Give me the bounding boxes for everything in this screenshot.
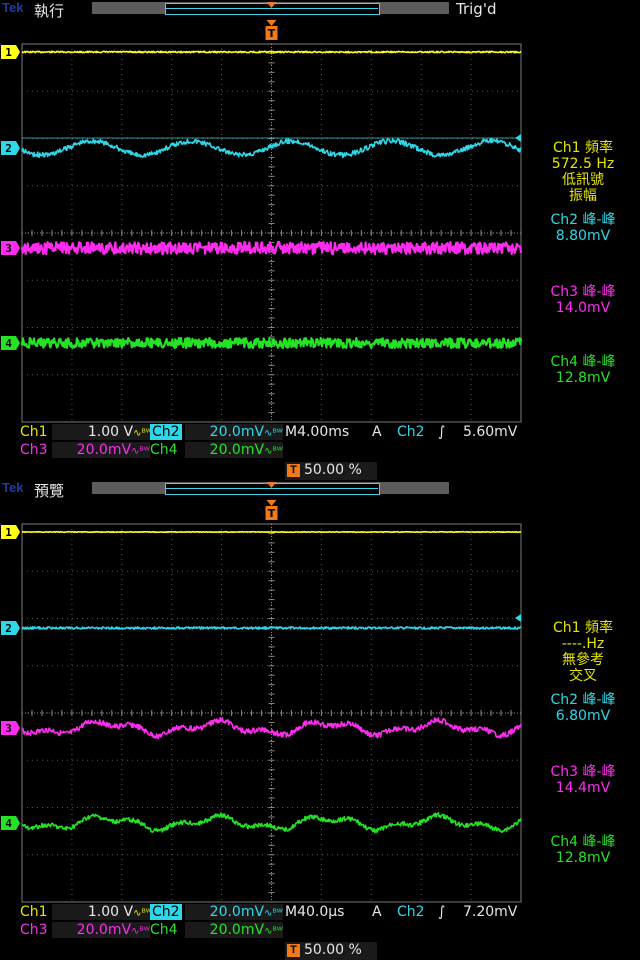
ch3-scale: 20.0mV∿ᴮᵂ xyxy=(52,442,150,458)
ch1-label: Ch1 xyxy=(20,904,48,920)
ch4-marker-arrow xyxy=(16,336,20,350)
ch1-marker-arrow xyxy=(16,45,20,59)
bw-limit-icon: ∿ᴮᵂ xyxy=(264,446,283,457)
ch4-marker-arrow xyxy=(16,816,20,830)
ch2-marker-arrow xyxy=(16,621,20,635)
ch4-pk-pk-measure: Ch4 峰-峰 12.8mV xyxy=(550,834,616,866)
bw-limit-icon: ∿ᴮᵂ xyxy=(131,446,150,457)
ch1-trace xyxy=(21,530,522,534)
trigger-position-icon: T xyxy=(287,463,300,477)
ch3-marker-arrow xyxy=(16,721,20,735)
trigger-mode: A xyxy=(372,904,382,920)
ch4-scale: 20.0mV∿ᴮᵂ xyxy=(185,922,283,938)
ch4-marker-label: 4 xyxy=(5,337,12,350)
ch1-scale: 1.00 V∿ᴮᵂ xyxy=(52,904,154,920)
bw-limit-icon: ∿ᴮᵂ xyxy=(264,428,283,439)
ch1-marker-arrow xyxy=(16,525,20,539)
trigger-marker-label: T xyxy=(268,507,276,520)
bw-limit-icon: ∿ᴮᵂ xyxy=(264,926,283,937)
ch3-marker-label: 3 xyxy=(5,242,12,255)
ch2-marker-label: 2 xyxy=(5,622,12,635)
ch4-pk-pk-measure: Ch4 峰-峰 12.8mV xyxy=(550,354,616,386)
bw-limit-icon: ∿ᴮᵂ xyxy=(264,908,283,919)
ch4-scale: 20.0mV∿ᴮᵂ xyxy=(185,442,283,458)
ch3-label: Ch3 xyxy=(20,922,48,938)
trigger-source: Ch2 xyxy=(397,904,425,920)
trigger-pointer-icon xyxy=(266,500,277,506)
ch2-pk-pk-measure: Ch2 峰-峰 6.80mV xyxy=(550,692,616,724)
ch2-label: Ch2 xyxy=(150,904,182,920)
ch4-marker-label: 4 xyxy=(5,817,12,830)
ch1-frequency-measure: Ch1 頻率 572.5 Hz 低訊號 振幅 xyxy=(551,140,615,204)
record-trigger-marker xyxy=(266,482,277,488)
ch2-scale: 20.0mV∿ᴮᵂ xyxy=(185,904,283,920)
ch2-marker-arrow xyxy=(16,141,20,155)
trigger-level: 7.20mV xyxy=(463,904,518,920)
ch2-trace xyxy=(21,626,522,630)
rising-edge-icon: ∫ xyxy=(438,424,446,440)
ch1-scale: 1.00 V∿ᴮᵂ xyxy=(52,424,154,440)
ch2-marker-label: 2 xyxy=(5,142,12,155)
ch3-marker-label: 3 xyxy=(5,722,12,735)
trigger-source: Ch2 xyxy=(397,424,425,440)
trigger-mode: A xyxy=(372,424,382,440)
trigger-position: T 50.00 % xyxy=(285,942,377,960)
scope-screen-preview: Tek 預覽 T1234 Ch1 頻率 ----.Hz 無參考 交叉 Ch2 峰… xyxy=(0,480,640,960)
trigger-marker-label: T xyxy=(268,27,276,40)
trigger-level-marker xyxy=(515,614,521,622)
ch4-label: Ch4 xyxy=(150,442,178,458)
trigger-pointer-icon xyxy=(266,20,277,26)
ch2-label: Ch2 xyxy=(150,424,182,440)
ch1-frequency-measure: Ch1 頻率 ----.Hz 無參考 交叉 xyxy=(552,620,613,684)
trigger-position-icon: T xyxy=(287,943,300,957)
ch1-label: Ch1 xyxy=(20,424,48,440)
ch2-scale: 20.0mV∿ᴮᵂ xyxy=(185,424,283,440)
timebase: M40.0µs xyxy=(285,904,345,920)
ch3-pk-pk-measure: Ch3 峰-峰 14.0mV xyxy=(550,284,616,316)
trigger-level: 5.60mV xyxy=(463,424,518,440)
record-trigger-marker xyxy=(266,2,277,8)
timebase: M4.00ms xyxy=(285,424,350,440)
ch3-marker-arrow xyxy=(16,241,20,255)
trigger-position: T 50.00 % xyxy=(285,462,377,480)
rising-edge-icon: ∫ xyxy=(438,904,446,920)
scope-screen-run: Tek 執行 Trig'd T1234 Ch1 頻率 572.5 Hz 低訊號 … xyxy=(0,0,640,480)
ch2-pk-pk-measure: Ch2 峰-峰 8.80mV xyxy=(550,212,616,244)
ch4-label: Ch4 xyxy=(150,922,178,938)
ch3-pk-pk-measure: Ch3 峰-峰 14.4mV xyxy=(550,764,616,796)
ch1-marker-label: 1 xyxy=(5,46,12,59)
ch1-marker-label: 1 xyxy=(5,526,12,539)
bw-limit-icon: ∿ᴮᵂ xyxy=(131,926,150,937)
ch3-scale: 20.0mV∿ᴮᵂ xyxy=(52,922,150,938)
ch3-label: Ch3 xyxy=(20,442,48,458)
ch1-trace xyxy=(21,50,522,54)
